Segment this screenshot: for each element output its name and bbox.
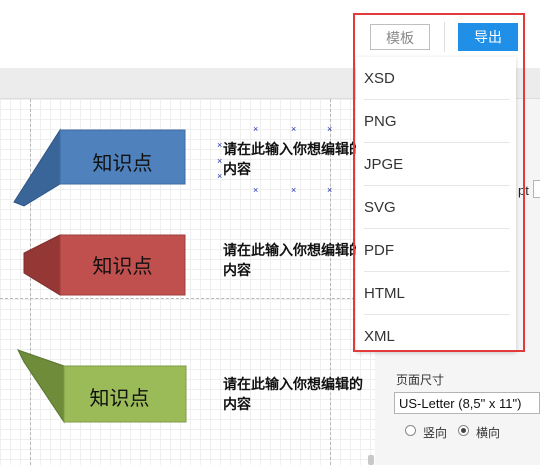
selection-handle[interactable]: ×: [327, 186, 332, 195]
shape-label-3: 知识点: [89, 388, 150, 410]
selection-handle[interactable]: ×: [217, 141, 222, 150]
selection-handle[interactable]: ×: [253, 186, 258, 195]
shape-note-1[interactable]: 请在此输入你想编辑的内容: [223, 139, 363, 179]
selection-handle[interactable]: ×: [253, 125, 258, 134]
shape-label-1: 知识点: [92, 153, 153, 175]
shape-note-2[interactable]: 请在此输入你想编辑的内容: [223, 240, 363, 280]
portrait-label: 竖向: [423, 426, 448, 440]
scrollbar-thumb[interactable]: [368, 455, 374, 465]
highlight-box: [353, 13, 525, 352]
page-size-select[interactable]: US-Letter (8,5" x 11"): [394, 392, 540, 414]
portrait-radio[interactable]: [405, 425, 416, 436]
selection-handle[interactable]: ×: [327, 125, 332, 134]
size-stepper[interactable]: [533, 180, 540, 198]
selection-handle[interactable]: ×: [291, 125, 296, 134]
selection-handle[interactable]: ×: [217, 157, 222, 166]
landscape-label: 横向: [476, 426, 501, 440]
landscape-radio[interactable]: [458, 425, 469, 436]
selection-handle[interactable]: ×: [291, 186, 296, 195]
page-size-label: 页面尺寸: [396, 373, 445, 387]
page-boundary-line: [0, 298, 375, 299]
shape-label-2: 知识点: [92, 256, 153, 278]
selection-handle[interactable]: ×: [217, 172, 222, 181]
shape-note-3[interactable]: 请在此输入你想编辑的内容: [223, 374, 363, 414]
